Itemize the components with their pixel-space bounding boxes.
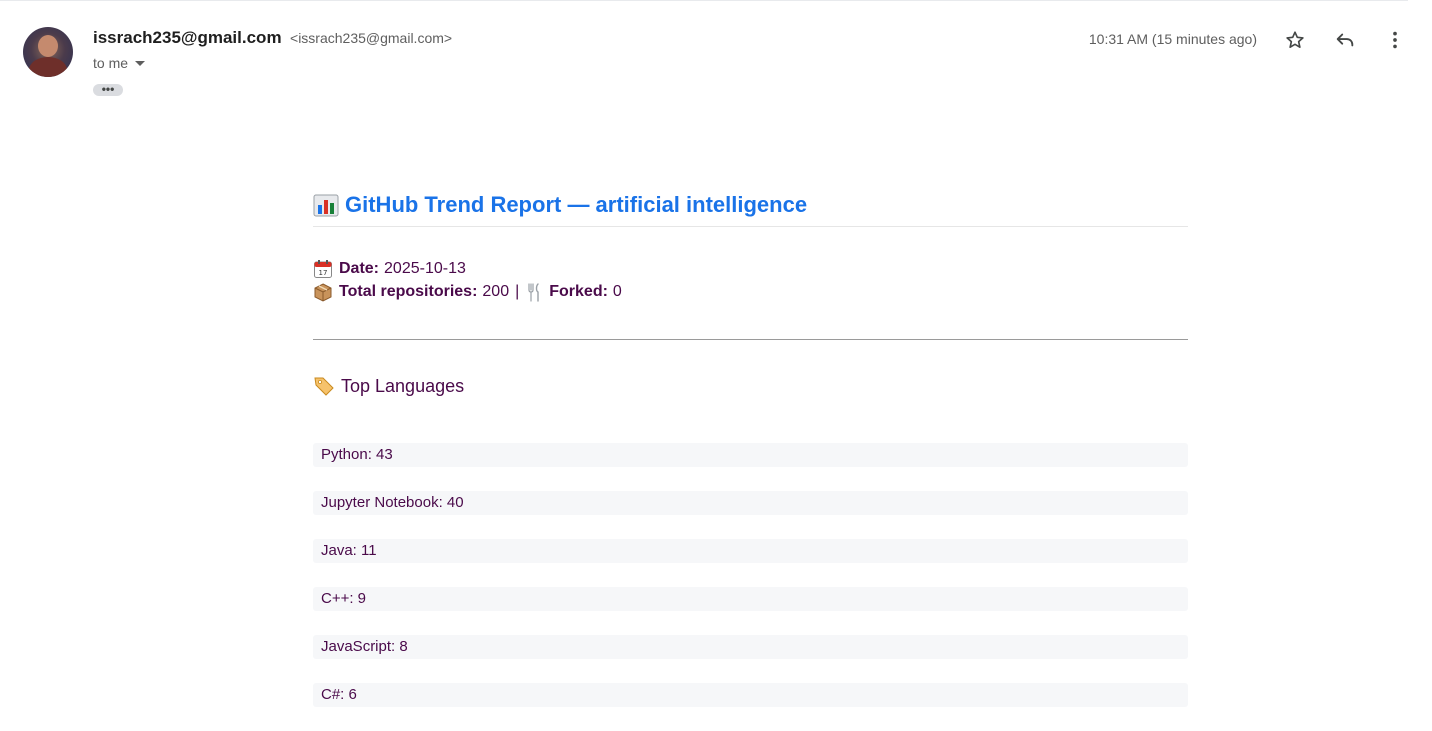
language-item-cpp: C++: 9 bbox=[313, 587, 1188, 611]
forked-value: 0 bbox=[612, 283, 622, 300]
message-timestamp: 10:31 AM (15 minutes ago) bbox=[1088, 31, 1257, 47]
date-value: 2025-10-13 bbox=[384, 260, 466, 277]
email-body: GitHub Trend Report — artificial intelli… bbox=[313, 192, 1188, 731]
top-languages-title: Top Languages bbox=[341, 375, 465, 396]
languages-list: Python: 43 Jupyter Notebook: 40 Java: 11… bbox=[313, 443, 1188, 707]
reply-icon bbox=[1336, 33, 1354, 47]
show-trimmed-content-button[interactable]: ••• bbox=[93, 83, 123, 96]
report-title-text: GitHub Trend Report — artificial intelli… bbox=[345, 192, 808, 217]
language-item-jupyter-notebook: Jupyter Notebook: 40 bbox=[313, 491, 1188, 515]
report-title: GitHub Trend Report — artificial intelli… bbox=[313, 192, 1188, 227]
language-item-python: Python: 43 bbox=[313, 443, 1188, 467]
recipient-label: to me bbox=[93, 55, 129, 71]
caret-down-icon bbox=[135, 61, 146, 66]
date-line: 17 Date: 2025-10-13 bbox=[313, 257, 1188, 280]
date-label: Date: bbox=[339, 260, 380, 277]
package-icon bbox=[313, 282, 333, 302]
stats-separator: | bbox=[515, 283, 520, 300]
more-options-button[interactable] bbox=[1381, 26, 1409, 54]
sender-name[interactable]: issrach235@gmail.com bbox=[93, 28, 282, 47]
more-vert-icon bbox=[1393, 31, 1397, 49]
recipient-details-toggle[interactable]: to me bbox=[93, 55, 146, 71]
label-tag-icon bbox=[313, 375, 335, 397]
top-divider bbox=[0, 0, 1408, 1]
top-languages-heading: Top Languages bbox=[313, 375, 1188, 397]
bar-chart-icon bbox=[313, 193, 339, 217]
svg-text:17: 17 bbox=[319, 269, 328, 277]
sender-avatar[interactable] bbox=[23, 27, 73, 77]
language-item-csharp: C#: 6 bbox=[313, 683, 1188, 707]
avatar-head bbox=[38, 35, 58, 57]
language-item-java: Java: 11 bbox=[313, 539, 1188, 563]
calendar-icon: 17 bbox=[313, 259, 333, 279]
report-meta: 17 Date: 2025-10-13 Total repositories: … bbox=[313, 257, 1188, 303]
star-button[interactable] bbox=[1281, 26, 1309, 54]
star-icon bbox=[1286, 31, 1304, 48]
repos-value: 200 bbox=[482, 283, 510, 300]
forked-label: Forked: bbox=[549, 283, 608, 300]
section-divider bbox=[313, 339, 1188, 340]
avatar-body bbox=[29, 57, 67, 77]
stats-line: Total repositories: 200 | Forked: 0 bbox=[313, 280, 1188, 303]
repos-label: Total repositories: bbox=[339, 283, 478, 300]
fork-and-knife-icon bbox=[525, 282, 543, 302]
sender-line: issrach235@gmail.com <issrach235@gmail.c… bbox=[93, 28, 452, 48]
language-item-javascript: JavaScript: 8 bbox=[313, 635, 1188, 659]
sender-email: <issrach235@gmail.com> bbox=[290, 30, 453, 46]
reply-button[interactable] bbox=[1331, 26, 1359, 54]
